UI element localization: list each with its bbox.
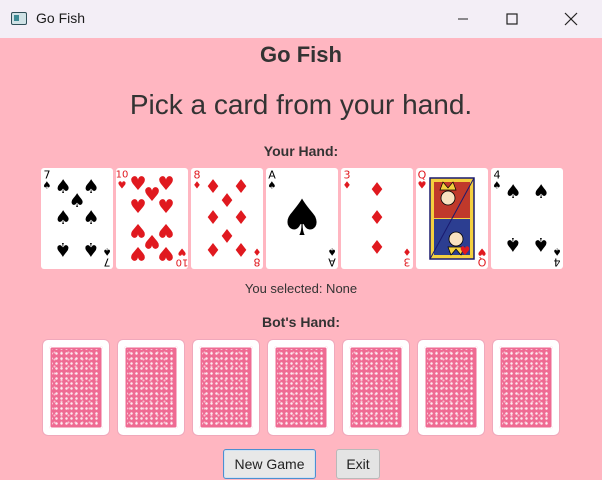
- bot-card-back: [418, 340, 484, 435]
- game-title: Go Fish: [260, 42, 342, 67]
- spades-pip-icon: ♠: [504, 181, 521, 203]
- diamonds-pip-icon: ♦: [368, 179, 385, 201]
- close-icon: [564, 12, 578, 26]
- bot-card-back: [43, 340, 109, 435]
- player-card-q-hearts[interactable]: Q ♥ Q ♥ ♥: [416, 168, 488, 269]
- your-hand-label: Your Hand:: [263, 143, 339, 159]
- player-card-10-hearts[interactable]: 10 ♥ 10 ♥ ♥ ♥ ♥ ♥ ♥ ♥ ♥ ♥ ♥ ♥: [116, 168, 188, 269]
- spades-pip-icon: ♠: [532, 233, 549, 255]
- hearts-pip-icon: ♥: [157, 242, 174, 264]
- card-back-pattern: [199, 346, 253, 429]
- game-panel: Go Fish Pick a card from your hand. Your…: [0, 38, 602, 480]
- card-back-pattern: [424, 346, 478, 429]
- new-game-button[interactable]: New Game: [223, 449, 316, 479]
- bot-card-back: [343, 340, 409, 435]
- spades-icon: ♠: [268, 181, 277, 192]
- hearts-icon: ♥: [460, 244, 471, 258]
- player-card-7-spades[interactable]: 7 ♠ 7 ♠ ♠ ♠ ♠ ♠ ♠ ♠ ♠: [41, 168, 113, 269]
- player-card-4-spades[interactable]: 4 ♠ 4 ♠ ♠ ♠ ♠ ♠: [491, 168, 563, 269]
- hearts-icon: ♥: [177, 246, 186, 257]
- card-back-pattern: [499, 346, 553, 429]
- selection-status: You selected: None: [244, 281, 358, 296]
- diamonds-icon: ♦: [253, 246, 262, 257]
- spades-icon: ♠: [103, 246, 112, 257]
- app-window-icon: [11, 12, 27, 25]
- spades-icon: ♠: [328, 246, 337, 257]
- bot-card-back: [118, 340, 184, 435]
- card-rank-bottom: 10: [176, 257, 188, 268]
- hearts-pip-icon: ♥: [129, 242, 146, 264]
- card-back-pattern: [349, 346, 403, 429]
- card-rank-top: 10: [116, 170, 128, 181]
- minimize-icon: [458, 18, 468, 20]
- spades-icon: ♠: [43, 181, 52, 192]
- bot-card-back: [493, 340, 559, 435]
- diamonds-pip-icon: ♦: [368, 207, 385, 229]
- diamonds-icon: ♦: [193, 181, 202, 192]
- bot-hand-label: Bot's Hand:: [262, 314, 340, 330]
- close-button[interactable]: [548, 0, 594, 38]
- hearts-icon: ♥: [118, 181, 127, 192]
- prompt-text: Pick a card from your hand.: [129, 89, 473, 120]
- bot-card-back: [193, 340, 259, 435]
- spades-pip-icon: ♠: [54, 207, 71, 229]
- diamonds-pip-icon: ♦: [204, 238, 221, 260]
- card-back-pattern: [124, 346, 178, 429]
- title-bar: Go Fish: [0, 0, 602, 38]
- hearts-pip-icon: ♥: [129, 196, 146, 218]
- bot-card-back: [268, 340, 334, 435]
- spades-icon: ♠: [493, 181, 502, 192]
- exit-button[interactable]: Exit: [336, 449, 380, 479]
- card-back-pattern: [49, 346, 103, 429]
- spades-pip-icon: ♠: [82, 238, 99, 260]
- spades-pip-icon: ♠: [82, 207, 99, 229]
- player-card-8-diamonds[interactable]: 8 ♦ 8 ♦ ♦ ♦ ♦ ♦ ♦ ♦ ♦ ♦: [191, 168, 263, 269]
- spades-pip-icon: ♠: [504, 233, 521, 255]
- maximize-button[interactable]: [489, 0, 535, 38]
- minimize-button[interactable]: [440, 0, 486, 38]
- hearts-icon: ♥: [418, 181, 427, 192]
- window-title: Go Fish: [36, 10, 86, 26]
- player-card-a-spades[interactable]: A ♠ A ♠ ♠: [266, 168, 338, 269]
- diamonds-pip-icon: ♦: [232, 238, 249, 260]
- hearts-icon: ♥: [477, 246, 486, 257]
- spades-icon: ♠: [553, 246, 562, 257]
- diamonds-icon: ♦: [403, 246, 412, 257]
- diamonds-pip-icon: ♦: [368, 235, 385, 257]
- hearts-pip-icon: ♥: [157, 196, 174, 218]
- spades-pip-icon: ♠: [54, 238, 71, 260]
- player-card-3-diamonds[interactable]: 3 ♦ 3 ♦ ♦ ♦ ♦: [341, 168, 413, 269]
- card-back-pattern: [274, 346, 328, 429]
- ace-spade-icon: ♠: [280, 189, 325, 247]
- diamonds-icon: ♦: [343, 181, 352, 192]
- spades-pip-icon: ♠: [532, 181, 549, 203]
- maximize-icon: [506, 13, 518, 25]
